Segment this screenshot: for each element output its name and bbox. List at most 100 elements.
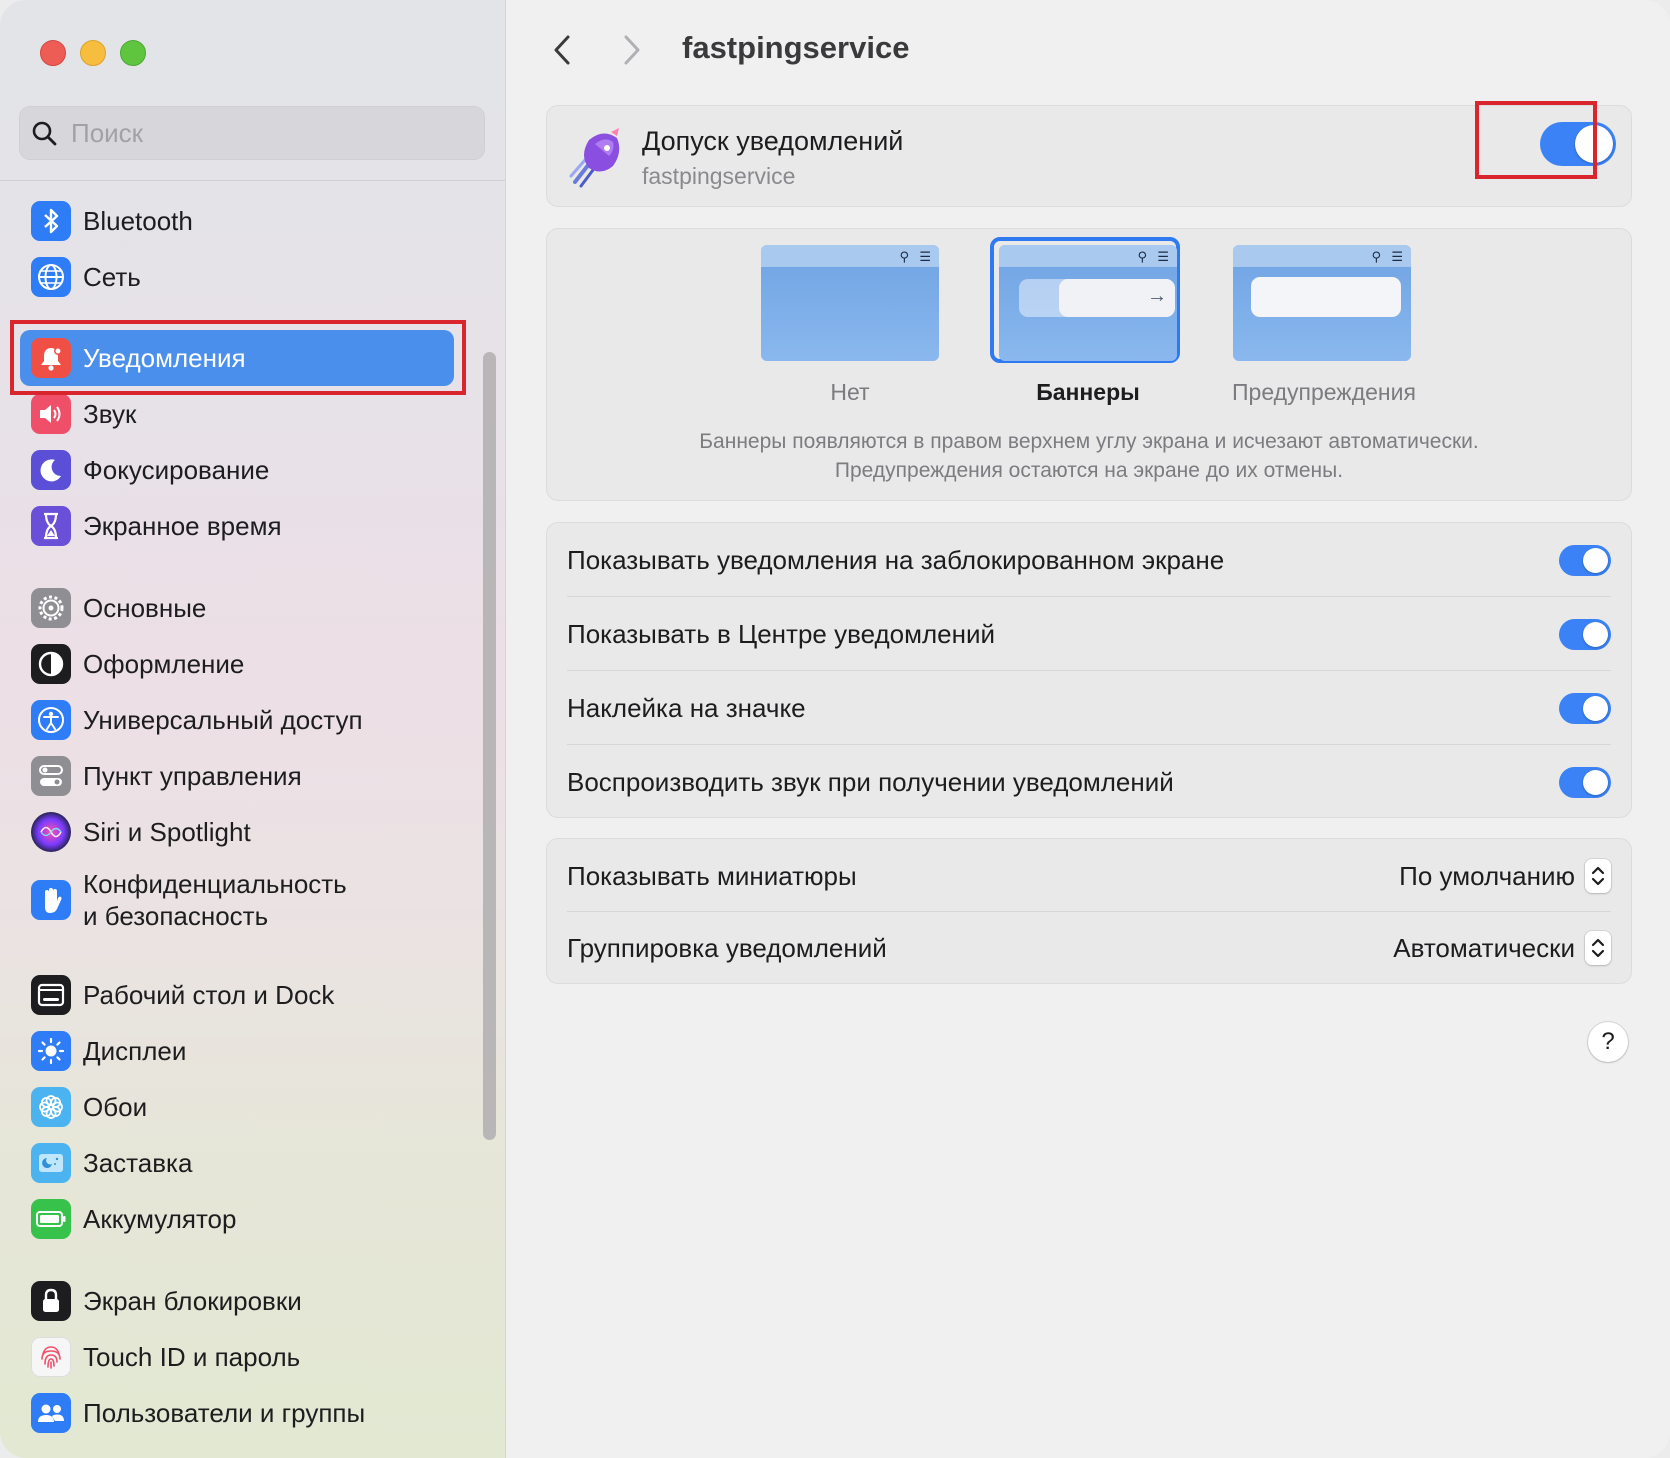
forward-button[interactable] (612, 30, 652, 70)
style-option-alerts[interactable]: ⚲ ☰ Предупреждения (1232, 245, 1416, 406)
search-icon: ⚲ (1137, 249, 1147, 264)
lock-icon (31, 1281, 71, 1321)
setting-row-previews: Показывать миниатюры По умолчанию (547, 839, 1631, 913)
sun-icon (31, 1031, 71, 1071)
sidebar-item-displays[interactable]: Дисплеи (20, 1023, 454, 1079)
style-option-banners[interactable]: ⚲ ☰ → Баннеры (990, 237, 1180, 406)
help-button[interactable]: ? (1588, 1022, 1628, 1062)
hand-icon (31, 880, 71, 920)
previews-select-value[interactable]: По умолчанию (1399, 861, 1575, 892)
sidebar-item-label: Экранное время (83, 511, 282, 541)
dock-icon (31, 975, 71, 1015)
sidebar-item-label: Аккумулятор (83, 1204, 237, 1234)
style-label: Предупреждения (1232, 379, 1416, 405)
sidebar-item-label: Экран блокировки (83, 1286, 302, 1316)
badge-toggle[interactable] (1559, 692, 1611, 724)
setting-label: Показывать уведомления на заблокированно… (567, 544, 1225, 575)
back-button[interactable] (542, 30, 582, 70)
grouping-select-value[interactable]: Автоматически (1393, 933, 1575, 964)
sidebar-item-battery[interactable]: Аккумулятор (20, 1191, 454, 1247)
settings-window: Bluetooth Сеть Уведомления (0, 0, 1670, 1458)
setting-label: Показывать миниатюры (567, 860, 857, 891)
page-title: fastpingservice (682, 30, 910, 65)
lock-screen-toggle[interactable] (1559, 544, 1611, 576)
style-thumbnail-none: ⚲ ☰ (761, 245, 939, 361)
description-line: Баннеры появляются в правом верхнем углу… (699, 430, 1479, 453)
alert-style-card: ⚲☰ Нет ⚲☰ → Баннеры ⚲☰ Предупреждения (546, 228, 1632, 501)
sidebar-item-label: Оформление (83, 649, 245, 679)
sidebar-item-general[interactable]: Основные (20, 580, 454, 636)
style-thumbnail-banners: ⚲ ☰ → (999, 245, 1177, 361)
sidebar-item-users[interactable]: Пользователи и группы (20, 1385, 454, 1441)
sidebar-item-label: Touch ID и пароль (83, 1342, 301, 1372)
users-icon (31, 1393, 71, 1433)
sidebar-item-focus[interactable]: Фокусирование (20, 442, 454, 498)
arrow-right-icon: → (1147, 285, 1167, 307)
description-line: Предупреждения остаются на экране до их … (834, 459, 1344, 482)
sidebar-item-label: Siri и Spotlight (83, 817, 251, 847)
sidebar-item-privacy[interactable]: Конфиденциальность и безопасность (20, 862, 454, 938)
sidebar-item-screen-time[interactable]: Экранное время (20, 498, 454, 554)
setting-row-badge: Наклейка на значке (547, 671, 1631, 745)
sidebar-item-label: Универсальный доступ (83, 705, 363, 735)
control-center-icon: ☰ (1157, 249, 1169, 264)
highlight-notifications-item (10, 320, 466, 395)
sidebar-item-screen-saver[interactable]: Заставка (20, 1135, 454, 1191)
control-center-icon (31, 756, 71, 796)
chevron-left-icon (554, 35, 570, 65)
screensaver-icon (31, 1143, 71, 1183)
sidebar-item-label: Bluetooth (83, 206, 193, 236)
sidebar-item-appearance[interactable]: Оформление (20, 636, 454, 692)
globe-icon (31, 257, 71, 297)
main-panel: fastpingservice Допуск уведомлений fastp… (506, 0, 1670, 1458)
grouping-select-button[interactable] (1585, 931, 1611, 965)
sidebar-item-desktop-dock[interactable]: Рабочий стол и Dock (20, 967, 454, 1023)
speaker-icon (31, 394, 71, 434)
banner-preview: → (1019, 279, 1175, 317)
allow-notifications-card: Допуск уведомлений fastpingservice (546, 105, 1632, 207)
search-icon: ⚲ (899, 249, 909, 264)
sidebar-item-bluetooth[interactable]: Bluetooth (20, 193, 454, 249)
appearance-icon (31, 644, 71, 684)
search-icon: ⚲ (1371, 249, 1381, 264)
search-input[interactable] (69, 116, 453, 150)
sidebar-item-label: Рабочий стол и Dock (83, 980, 335, 1010)
sidebar-item-control-center[interactable]: Пункт управления (20, 748, 454, 804)
style-label: Баннеры (1036, 379, 1140, 405)
setting-label: Воспроизводить звук при получении уведом… (567, 766, 1174, 797)
sidebar-scrollbar[interactable] (483, 352, 496, 1140)
alert-preview (1251, 277, 1401, 317)
control-center-icon: ☰ (1391, 249, 1403, 264)
sidebar-item-accessibility[interactable]: Универсальный доступ (20, 692, 454, 748)
search-field[interactable] (19, 106, 485, 160)
chevron-up-down-icon (1591, 938, 1605, 958)
app-icon (569, 128, 620, 188)
sidebar-item-touch-id[interactable]: Touch ID и пароль (20, 1329, 454, 1385)
setting-label: Группировка уведомлений (567, 932, 887, 963)
notification-center-toggle[interactable] (1559, 618, 1611, 650)
search-icon (32, 121, 57, 146)
siri-icon (31, 812, 71, 852)
notification-options-card: Показывать уведомления на заблокированно… (546, 522, 1632, 818)
sidebar-item-wallpaper[interactable]: Обои (20, 1079, 454, 1135)
sidebar-item-network[interactable]: Сеть (20, 249, 454, 305)
moon-icon (31, 450, 71, 490)
previews-select-button[interactable] (1585, 859, 1611, 893)
sidebar-item-label: Пункт управления (83, 761, 302, 791)
allow-notifications-subtitle: fastpingservice (642, 163, 796, 189)
battery-icon (31, 1199, 71, 1239)
sidebar-item-label: Звук (83, 399, 137, 429)
close-window-button[interactable] (40, 40, 66, 66)
zoom-window-button[interactable] (120, 40, 146, 66)
style-option-none[interactable]: ⚲ ☰ Нет (760, 245, 940, 406)
setting-row-notification-center: Показывать в Центре уведомлений (547, 597, 1631, 671)
sidebar-item-lock-screen[interactable]: Экран блокировки (20, 1273, 454, 1329)
sidebar-item-label: Фокусирование (83, 455, 270, 485)
sound-toggle[interactable] (1559, 766, 1611, 798)
minimize-window-button[interactable] (80, 40, 106, 66)
sidebar-item-label: Заставка (83, 1148, 193, 1178)
sidebar-item-siri[interactable]: Siri и Spotlight (20, 804, 454, 860)
chevron-up-down-icon (1591, 866, 1605, 886)
flower-icon (31, 1087, 71, 1127)
gear-icon (31, 588, 71, 628)
